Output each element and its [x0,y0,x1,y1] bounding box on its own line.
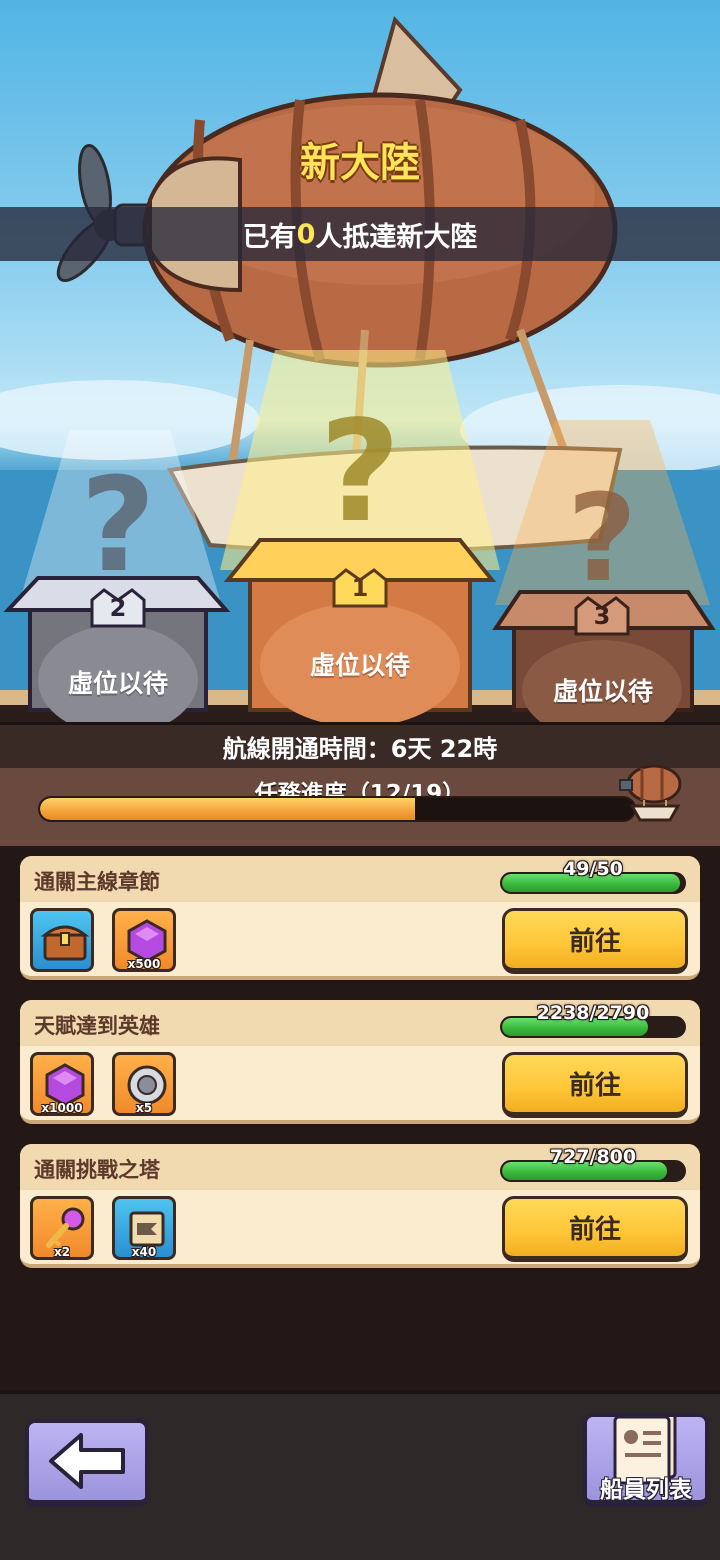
reward-qty: x2 [53,1245,71,1259]
rank-number-3: 3 [593,602,611,630]
arrival-count: 0 [296,218,316,250]
go-button[interactable]: 前往 [502,1196,688,1262]
go-button[interactable]: 前往 [502,908,688,974]
crew-list-label[interactable]: 船員列表 [583,1470,709,1504]
quest-card: 通關挑戰之塔 727/800 x2 x40 前往 [20,1144,700,1268]
go-button[interactable]: 前往 [502,1052,688,1118]
quest-progress-text: 2238/2790 [536,1002,650,1024]
quest-card: 天賦達到英雄 2238/2790 x1000 x5 前往 [20,1000,700,1124]
podium-label-3[interactable]: 虛位以待 [514,672,692,708]
reward-qty: x40 [131,1245,157,1259]
arrival-banner: 已有 0 人抵達新大陸 [0,207,720,261]
rank-number-1: 1 [351,574,369,602]
treasure-chest-icon [40,925,90,961]
quest-name: 通關主線章節 [34,870,160,894]
reward-qty: x500 [127,957,161,971]
back-arrow-icon [49,1433,125,1489]
reward-treasure-chest[interactable] [30,908,94,972]
quest-name: 天賦達到英雄 [34,1014,160,1038]
back-button[interactable] [25,1419,149,1507]
reward-qty: x5 [135,1101,153,1115]
quest-progress-text: 49/50 [563,858,623,880]
svg-text:?: ? [319,391,400,554]
mission-progress-bar [38,796,636,822]
reward-purple-gem[interactable]: x500 [112,908,176,972]
reward-key[interactable]: x2 [30,1196,94,1260]
rank-number-2: 2 [109,594,127,622]
svg-text:?: ? [567,470,637,609]
airship-progress-icon [619,764,682,822]
quest-card: 通關主線章節 49/50 x500 前往 [20,856,700,980]
airship-scene: ? ? ? 2 1 3 虛位以待 虛位以待 虛位以待 新大陸 已有 0 人抵達新… [0,0,720,725]
quest-progress-text: 727/800 [549,1146,637,1168]
podium-label-2[interactable]: 虛位以待 [30,664,206,700]
reward-silver-coin[interactable]: x5 [112,1052,176,1116]
quest-name: 通關挑戰之塔 [34,1158,160,1182]
page-title: 新大陸 [300,140,420,186]
podium-gold [223,538,497,725]
reward-qty: x1000 [41,1101,83,1115]
arrival-prefix: 已有 [242,221,297,253]
arrival-suffix: 人抵達新大陸 [315,221,478,253]
mission-progress-fill [40,798,416,820]
reward-purple-gem[interactable]: x1000 [30,1052,94,1116]
podium-label-1[interactable]: 虛位以待 [250,646,470,682]
reward-scroll[interactable]: x40 [112,1196,176,1260]
